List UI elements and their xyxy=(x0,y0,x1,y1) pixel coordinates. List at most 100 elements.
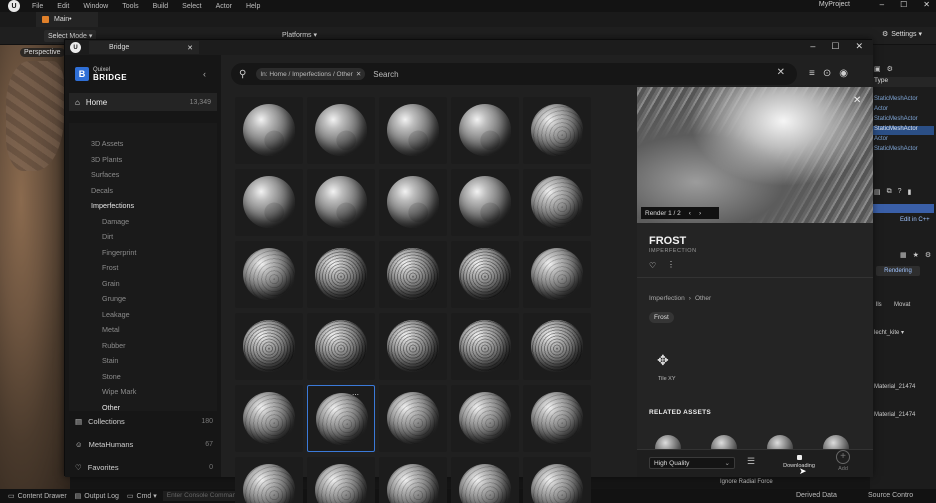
level-viewport[interactable] xyxy=(0,45,70,489)
asset-tile[interactable] xyxy=(523,457,591,503)
close-icon[interactable]: ✕ xyxy=(855,41,863,52)
breadcrumb-imperfection[interactable]: Imperfection xyxy=(649,295,685,302)
sidebar-item-damage[interactable]: Damage xyxy=(102,217,129,226)
asset-tile[interactable] xyxy=(451,385,519,452)
graph-icon[interactable]: ⧉ xyxy=(887,188,892,196)
outliner-row[interactable]: Actor xyxy=(872,136,934,145)
asset-tile[interactable] xyxy=(235,169,303,236)
sidebar-item-3d-plants[interactable]: 3D Plants xyxy=(91,155,122,164)
asset-tile[interactable] xyxy=(235,457,303,503)
details-selected-bar[interactable] xyxy=(872,204,934,213)
sidebar-item-fingerprint[interactable]: Fingerprint xyxy=(102,248,136,257)
filter-icon[interactable]: ≡ xyxy=(809,68,815,79)
bridge-tab[interactable]: Bridge ✕ xyxy=(89,41,199,54)
asset-tile[interactable] xyxy=(235,97,303,164)
sidebar-item-surfaces[interactable]: Surfaces xyxy=(91,170,119,179)
chevron-left-icon[interactable]: ‹ xyxy=(689,210,691,217)
sidebar-item-home[interactable]: ⌂ Home 13,349 xyxy=(69,93,217,111)
outliner-row[interactable]: Actor xyxy=(872,106,934,115)
filter-chip[interactable]: In: Home / Imperfections / Other ✕ xyxy=(256,68,366,80)
asset-tile[interactable] xyxy=(235,385,303,452)
maximize-icon[interactable]: ☐ xyxy=(831,41,839,52)
search-icon[interactable]: ⚲ xyxy=(239,69,246,80)
asset-tag[interactable]: Frost xyxy=(649,312,674,323)
menu-item-actor[interactable]: Actor xyxy=(216,3,232,10)
bridge-titlebar[interactable]: U Bridge ✕ – ☐ ✕ xyxy=(65,40,873,55)
asset-tile[interactable] xyxy=(307,457,375,503)
sidebar-item-rubber[interactable]: Rubber xyxy=(102,341,126,350)
menu-item-tools[interactable]: Tools xyxy=(122,3,138,10)
gear-icon[interactable]: ⚙ xyxy=(925,251,931,259)
collapse-sidebar-icon[interactable]: ‹ xyxy=(203,69,206,79)
sidebar-item-wipe-mark[interactable]: Wipe Mark xyxy=(102,387,136,396)
sidebar-item-stone[interactable]: Stone xyxy=(102,372,121,381)
sidebar-item-3d-assets[interactable]: 3D Assets xyxy=(91,139,123,148)
menu-item-edit[interactable]: Edit xyxy=(57,3,69,10)
maximize-icon[interactable]: ☐ xyxy=(900,0,907,9)
download-settings-icon[interactable]: ☰ xyxy=(747,456,755,467)
menu-item-build[interactable]: Build xyxy=(153,3,169,10)
sidebar-item-decals[interactable]: Decals xyxy=(91,186,113,195)
clear-search-icon[interactable]: ✕ xyxy=(777,67,785,78)
menu-item-help[interactable]: Help xyxy=(246,3,260,10)
asset-tile[interactable] xyxy=(523,97,591,164)
asset-tile[interactable] xyxy=(307,169,375,236)
sidebar-item-grain[interactable]: Grain xyxy=(102,279,120,288)
asset-tile[interactable] xyxy=(379,97,447,164)
derived-data-button[interactable]: Derived Data xyxy=(796,492,837,499)
asset-tile[interactable] xyxy=(523,241,591,308)
material-dropdown[interactable]: lecht_kite ▾ xyxy=(874,329,904,336)
blueprint-icon[interactable]: ▤ xyxy=(874,188,881,196)
sidebar-item-metal[interactable]: Metal xyxy=(102,325,120,334)
sidebar-item-metahumans[interactable]: ☺ MetaHumans 67 xyxy=(75,440,213,449)
asset-tile[interactable] xyxy=(235,313,303,380)
tile-options-icon[interactable]: ⋯ xyxy=(352,391,359,399)
sidebar-item-frost[interactable]: Frost xyxy=(102,263,118,272)
sidebar-item-grunge[interactable]: Grunge xyxy=(102,294,126,303)
sidebar-item-stain[interactable]: Stain xyxy=(102,356,118,365)
star-icon[interactable]: ★ xyxy=(913,251,919,259)
outliner-type-header[interactable]: Type xyxy=(870,77,936,87)
sidebar-item-dirt[interactable]: Dirt xyxy=(102,232,113,241)
settings-icon[interactable]: ⚙ xyxy=(887,65,893,73)
asset-tile[interactable] xyxy=(451,457,519,503)
search-input[interactable] xyxy=(373,69,754,79)
asset-tile[interactable] xyxy=(307,97,375,164)
property-tag-2[interactable]: Movat xyxy=(894,302,910,308)
source-control-button[interactable]: Source Contro xyxy=(868,492,913,499)
minimize-icon[interactable]: – xyxy=(880,0,884,9)
close-icon[interactable]: ✕ xyxy=(923,0,930,9)
asset-tile[interactable] xyxy=(451,241,519,308)
grid-icon[interactable]: ▦ xyxy=(900,251,907,259)
menu-item-select[interactable]: Select xyxy=(182,3,201,10)
asset-tile[interactable] xyxy=(379,313,447,380)
asset-tile[interactable] xyxy=(523,169,591,236)
asset-tile[interactable] xyxy=(523,385,591,452)
sidebar-item-other[interactable]: Other xyxy=(102,403,120,412)
asset-tile[interactable] xyxy=(379,241,447,308)
rendering-tab[interactable]: Rendering xyxy=(876,266,920,276)
add-button[interactable]: + Add xyxy=(833,450,853,472)
asset-tile[interactable] xyxy=(235,241,303,308)
menu-item-file[interactable]: File xyxy=(32,3,43,10)
edit-in-cpp-link[interactable]: Edit in C++ xyxy=(900,217,930,223)
asset-tile[interactable] xyxy=(307,313,375,380)
close-icon[interactable]: ✕ xyxy=(187,44,193,52)
outliner-row[interactable]: StaticMeshActor xyxy=(872,126,934,135)
asset-tile[interactable] xyxy=(379,457,447,503)
asset-tile[interactable] xyxy=(451,97,519,164)
cmd-dropdown[interactable]: ▭ Cmd ▾ xyxy=(127,492,157,500)
download-icon[interactable]: ⊙ xyxy=(823,68,831,79)
sidebar-item-favorites[interactable]: ♡ Favorites 0 xyxy=(75,463,213,472)
sidebar-item-collections[interactable]: ▤ Collections 180 xyxy=(75,417,213,426)
folder-icon[interactable]: ▣ xyxy=(874,65,881,73)
asset-preview-image[interactable] xyxy=(637,87,873,223)
outliner-row[interactable]: StaticMeshActor xyxy=(872,146,934,155)
minimize-icon[interactable]: – xyxy=(810,41,815,52)
close-icon[interactable]: ✕ xyxy=(853,95,861,106)
breadcrumb-other[interactable]: Other xyxy=(695,295,711,302)
quality-select[interactable]: High Quality ⌄ xyxy=(649,457,735,469)
chevron-right-icon[interactable]: › xyxy=(699,210,701,217)
asset-tile[interactable] xyxy=(379,385,447,452)
favorite-icon[interactable]: ♡ xyxy=(649,261,656,270)
